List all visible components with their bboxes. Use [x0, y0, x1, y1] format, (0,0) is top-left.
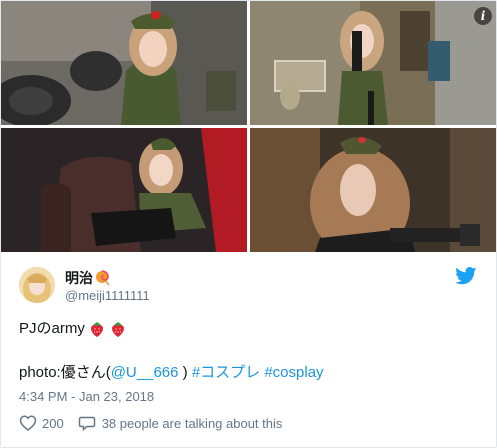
heart-icon[interactable]	[19, 414, 37, 432]
lollipop-icon	[95, 270, 111, 286]
timestamp[interactable]: 4:34 PM - Jan 23, 2018	[19, 389, 154, 404]
credit-mid: )	[178, 364, 192, 381]
name-row: 明治	[65, 268, 111, 288]
tweet-actions: 200 38 people are talking about this	[19, 414, 282, 432]
hashtag-link-cosplay-jp[interactable]: #コスプレ	[192, 364, 260, 381]
tweet-header: 明治 @meiji1111111	[19, 265, 481, 307]
info-icon[interactable]: i	[474, 7, 492, 25]
credit-prefix: photo:優さん(	[19, 364, 111, 381]
photo-1[interactable]	[1, 1, 247, 125]
comment-icon[interactable]	[78, 414, 96, 432]
strawberry-icon	[88, 320, 106, 338]
mention-link[interactable]: @U__666	[111, 364, 179, 381]
photo-2-image	[250, 1, 496, 125]
photo-3[interactable]	[1, 128, 247, 252]
hashtag-link-cosplay[interactable]: #cosplay	[264, 364, 323, 381]
photo-3-image	[1, 128, 247, 252]
tweet-text-body: PJのarmy	[19, 320, 85, 337]
like-count[interactable]: 200	[42, 416, 64, 431]
photo-2[interactable]: i	[250, 1, 496, 125]
media-grid: i	[1, 1, 496, 252]
display-name[interactable]: 明治	[65, 268, 93, 288]
talking-about-link[interactable]: 38 people are talking about this	[102, 416, 283, 431]
photo-1-image	[1, 1, 247, 125]
photo-4[interactable]	[250, 128, 496, 252]
handle[interactable]: @meiji1111111	[65, 288, 150, 303]
twitter-bird-icon[interactable]	[455, 267, 477, 285]
photo-credit-line: photo:優さん(@U__666 ) #コスプレ #cosplay	[19, 363, 324, 383]
avatar[interactable]	[19, 267, 55, 303]
tweet-text: PJのarmy	[19, 319, 127, 339]
strawberry-icon	[109, 320, 127, 338]
avatar-image	[19, 267, 55, 303]
tweet-embed-card: i 明治 @meiji1111111 PJのarmy photo:優さん(@U_…	[0, 0, 497, 448]
photo-4-image	[250, 128, 496, 252]
